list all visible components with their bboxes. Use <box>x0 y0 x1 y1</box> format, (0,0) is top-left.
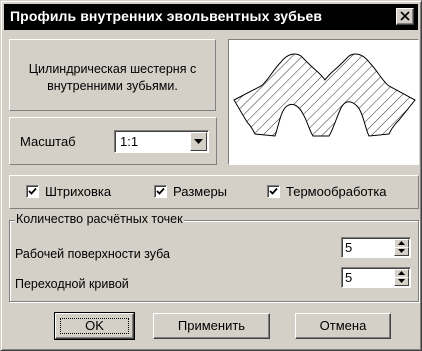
options-panel: Штриховка Размеры Термообработка <box>9 175 419 209</box>
hatching-label: Штриховка <box>45 184 112 199</box>
profile-preview <box>228 39 419 165</box>
description-line-2: внутренними зубьями. <box>47 79 178 93</box>
checkmark-icon <box>156 187 165 195</box>
transition-curve-stepper[interactable]: 5 <box>341 267 411 288</box>
spin-down-icon <box>398 279 405 283</box>
tooth-profile-shape <box>233 53 416 137</box>
working-surface-stepper[interactable]: 5 <box>341 237 411 258</box>
apply-button-label: Применить <box>177 318 246 333</box>
spin-up-icon <box>398 271 405 275</box>
scale-label: Масштаб <box>20 134 76 149</box>
working-surface-label: Рабочей поверхности зуба <box>15 247 170 261</box>
dialog-window: Профиль внутренних эвольвентных зубьев Ц… <box>0 0 422 351</box>
tooth-profile-drawing <box>233 53 416 137</box>
working-surface-down-button[interactable] <box>394 247 409 256</box>
working-surface-value[interactable]: 5 <box>345 240 352 255</box>
apply-button[interactable]: Применить <box>153 313 270 339</box>
calc-points-legend: Количество расчётных точек <box>15 212 184 226</box>
title-bar[interactable]: Профиль внутренних эвольвентных зубьев <box>4 4 418 30</box>
cancel-button-label: Отмена <box>319 318 367 333</box>
window-title: Профиль внутренних эвольвентных зубьев <box>10 8 323 24</box>
transition-curve-down-button[interactable] <box>394 277 409 286</box>
transition-curve-value[interactable]: 5 <box>345 270 352 285</box>
cancel-button[interactable]: Отмена <box>295 313 391 339</box>
scale-value: 1:1 <box>120 134 139 149</box>
spin-down-icon <box>398 249 405 253</box>
dimensions-label: Размеры <box>173 184 228 199</box>
spin-up-icon <box>398 241 405 245</box>
heat-treatment-label: Термообработка <box>286 184 387 199</box>
chevron-down-icon <box>194 139 203 144</box>
transition-curve-label: Переходной кривой <box>15 277 129 291</box>
close-button[interactable] <box>396 8 414 25</box>
ok-button[interactable]: OK <box>54 312 135 340</box>
dimensions-checkbox-box[interactable] <box>154 185 167 198</box>
ok-focus-rect <box>60 318 129 334</box>
description-text: Цилиндрическая шестерня с внутренними зу… <box>10 61 215 95</box>
close-icon <box>400 11 410 21</box>
checkmark-icon <box>28 187 37 195</box>
hatching-checkbox-box[interactable] <box>26 185 39 198</box>
scale-group: Масштаб 1:1 <box>9 117 217 165</box>
working-surface-spin-buttons <box>394 239 409 256</box>
description-line-1: Цилиндрическая шестерня с <box>28 62 197 76</box>
transition-curve-spin-buttons <box>394 269 409 286</box>
description-panel: Цилиндрическая шестерня с внутренними зу… <box>9 39 216 111</box>
heat-treatment-checkbox-box[interactable] <box>267 185 280 198</box>
scale-dropdown[interactable]: 1:1 <box>114 130 209 153</box>
checkmark-icon <box>269 187 278 195</box>
scale-dropdown-button[interactable] <box>190 132 207 151</box>
